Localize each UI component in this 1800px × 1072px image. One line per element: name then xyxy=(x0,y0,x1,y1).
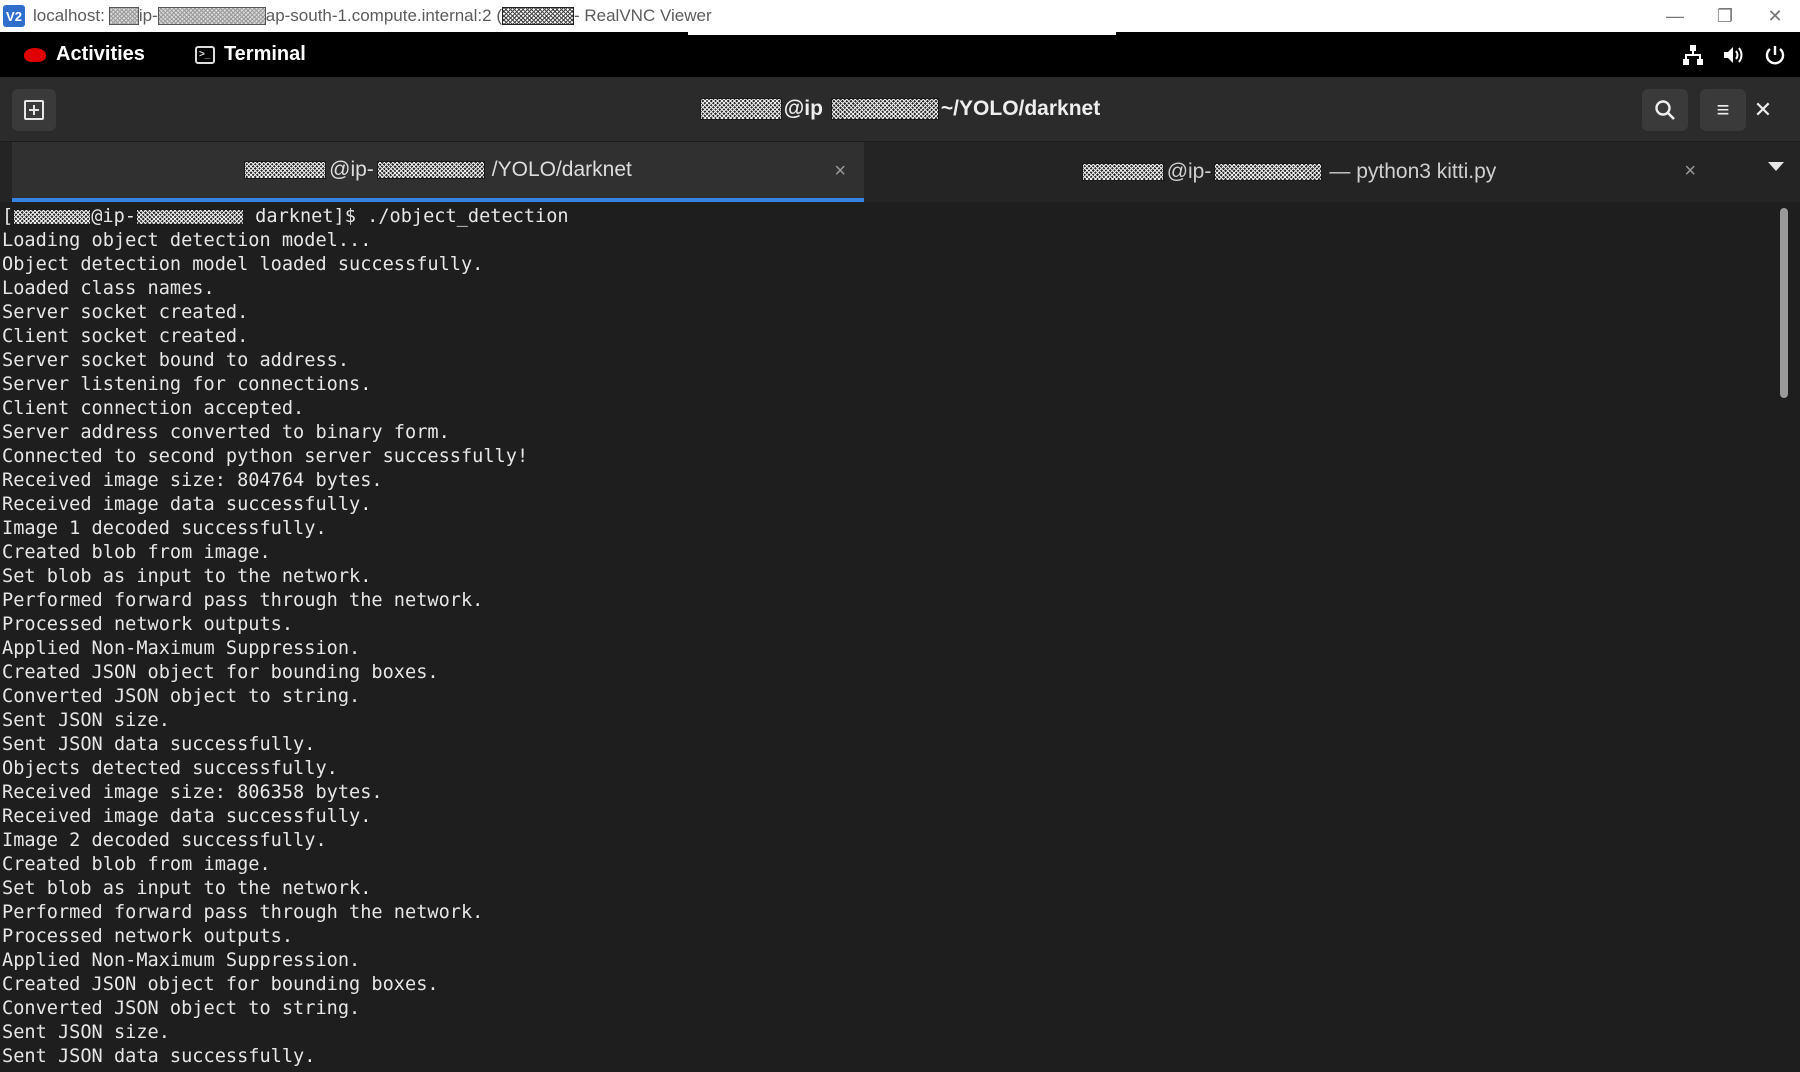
restore-button[interactable]: ❐ xyxy=(1700,0,1750,32)
terminal-line: Sent JSON size. xyxy=(2,1022,170,1043)
redacted-block xyxy=(157,7,266,25)
terminal-lines: Loading object detection model... Object … xyxy=(0,229,1800,1069)
redacted-block xyxy=(108,7,139,25)
terminal-line: Created blob from image. xyxy=(2,542,271,563)
terminal-line: Performed forward pass through the netwo… xyxy=(2,902,484,923)
terminal-line: Image 2 decoded successfully. xyxy=(2,830,327,851)
terminal-line: Object detection model loaded successful… xyxy=(2,254,484,275)
terminal-header-bar: @ip ~/YOLO/darknet ≡ ✕ xyxy=(0,77,1800,142)
terminal-line: Created blob from image. xyxy=(2,854,271,875)
terminal-line: Sent JSON size. xyxy=(2,710,170,731)
tab-at-ip: @ip- xyxy=(1166,160,1212,183)
title-host: ap-south-1.compute.internal:2 ( xyxy=(265,6,502,25)
power-icon xyxy=(1765,45,1785,64)
prompt-at-ip: @ip- xyxy=(91,206,136,227)
hamburger-menu-icon: ≡ xyxy=(1716,97,1730,122)
terminal-app-icon: >_ xyxy=(194,45,215,64)
terminal-line: Converted JSON object to string. xyxy=(2,686,361,707)
terminal-line: Received image data successfully. xyxy=(2,494,372,515)
gnome-top-bar: Activities >_ Terminal xyxy=(0,32,1800,77)
terminal-line: Server address converted to binary form. xyxy=(2,422,450,443)
title-ip: ip- xyxy=(138,6,158,25)
vnc-window-title: localhost: ip- ap-south-1.compute.intern… xyxy=(33,6,712,26)
tab-path: /YOLO/darknet xyxy=(491,158,632,181)
app-name-label: Terminal xyxy=(223,43,306,65)
new-tab-icon xyxy=(24,100,44,120)
network-icon xyxy=(1683,44,1703,65)
title-at-ip: @ip xyxy=(783,97,823,120)
hamburger-menu-button[interactable]: ≡ xyxy=(1700,89,1746,131)
tab-python3-kitti[interactable]: @ip- — python3 kitti.py × xyxy=(864,142,1714,202)
tab-at-ip: @ip- xyxy=(329,158,374,181)
title-suffix: - RealVNC Viewer xyxy=(573,6,712,25)
redacted-block xyxy=(699,98,782,120)
terminal-line: Server socket created. xyxy=(2,302,249,323)
tab-close-icon[interactable]: × xyxy=(834,160,846,183)
terminal-line: Received image size: 804764 bytes. xyxy=(2,470,383,491)
terminal-line: Loaded class names. xyxy=(2,278,215,299)
terminal-line: Set blob as input to the network. xyxy=(2,566,372,587)
realvnc-logo-icon: V2 xyxy=(3,5,25,27)
terminal-line: Server listening for connections. xyxy=(2,374,372,395)
terminal-window-title: @ip ~/YOLO/darknet xyxy=(699,97,1101,121)
window-controls: — ❐ ✕ xyxy=(1650,0,1800,32)
terminal-line: Loading object detection model... xyxy=(2,230,372,251)
close-window-button[interactable]: ✕ xyxy=(1750,0,1800,32)
redacted-block xyxy=(135,209,244,225)
redacted-block xyxy=(501,7,574,25)
terminal-line: Image 1 decoded successfully. xyxy=(2,518,327,539)
tab-bar: @ip- /YOLO/darknet × @ip- — python3 kitt… xyxy=(0,142,1800,202)
redacted-block xyxy=(244,161,327,179)
terminal-line: Connected to second python server succes… xyxy=(2,446,529,467)
prompt-open: [ xyxy=(2,206,14,227)
terminal-line: Set blob as input to the network. xyxy=(2,878,372,899)
terminal-output[interactable]: [ @ip- darknet]$ ./object_detection Load… xyxy=(0,202,1800,1072)
terminal-line: Objects detected successfully. xyxy=(2,758,338,779)
redacted-block xyxy=(13,209,92,225)
terminal-line: Sent JSON data successfully. xyxy=(2,1046,316,1067)
prompt-command: darknet]$ ./object_detection xyxy=(243,206,569,227)
terminal-line: Processed network outputs. xyxy=(2,614,294,635)
redhat-logo-icon xyxy=(24,47,46,62)
terminal-line: Created JSON object for bounding boxes. xyxy=(2,662,439,683)
new-tab-button[interactable] xyxy=(12,89,56,131)
search-button[interactable] xyxy=(1642,89,1688,131)
volume-icon xyxy=(1724,46,1743,63)
title-prefix: localhost: xyxy=(33,6,105,25)
terminal-line: Client socket created. xyxy=(2,326,249,347)
close-icon: ✕ xyxy=(1753,97,1773,122)
terminal-line: Created JSON object for bounding boxes. xyxy=(2,974,439,995)
terminal-line: Applied Non-Maximum Suppression. xyxy=(2,950,361,971)
app-menu-terminal[interactable]: >_ Terminal xyxy=(194,43,306,66)
terminal-line: Sent JSON data successfully. xyxy=(2,734,316,755)
terminal-line: Received image size: 806358 bytes. xyxy=(2,782,383,803)
prompt-line: [ @ip- darknet]$ ./object_detection xyxy=(0,205,1800,229)
activities-label: Activities xyxy=(56,43,145,65)
redacted-block xyxy=(830,98,939,120)
terminal-line: Performed forward pass through the netwo… xyxy=(2,590,484,611)
close-terminal-button[interactable]: ✕ xyxy=(1742,89,1784,131)
terminal-line: Client connection accepted. xyxy=(2,398,305,419)
progress-indicator xyxy=(688,32,1116,35)
redacted-block xyxy=(1214,163,1323,181)
tab-darknet[interactable]: @ip- /YOLO/darknet × xyxy=(12,142,864,202)
tab-path: — python3 kitti.py xyxy=(1329,160,1497,183)
vnc-title-bar[interactable]: V2 localhost: ip- ap-south-1.compute.int… xyxy=(0,0,1800,32)
terminal-line: Applied Non-Maximum Suppression. xyxy=(2,638,361,659)
terminal-line: Processed network outputs. xyxy=(2,926,294,947)
minimize-button[interactable]: — xyxy=(1650,0,1700,32)
terminal-line: Received image data successfully. xyxy=(2,806,372,827)
tab-close-icon[interactable]: × xyxy=(1684,160,1696,183)
terminal-line: Server socket bound to address. xyxy=(2,350,350,371)
title-path: ~/YOLO/darknet xyxy=(940,97,1101,120)
redacted-block xyxy=(1081,163,1164,181)
terminal-line: Converted JSON object to string. xyxy=(2,998,361,1019)
system-status-area[interactable] xyxy=(1682,32,1786,77)
search-icon xyxy=(1655,100,1675,120)
activities-button[interactable]: Activities xyxy=(24,43,145,66)
redacted-block xyxy=(376,161,485,179)
scrollbar-thumb[interactable] xyxy=(1780,208,1788,398)
scrollbar[interactable] xyxy=(1778,206,1788,1066)
tab-overflow-chevron-down-icon[interactable] xyxy=(1768,162,1784,171)
